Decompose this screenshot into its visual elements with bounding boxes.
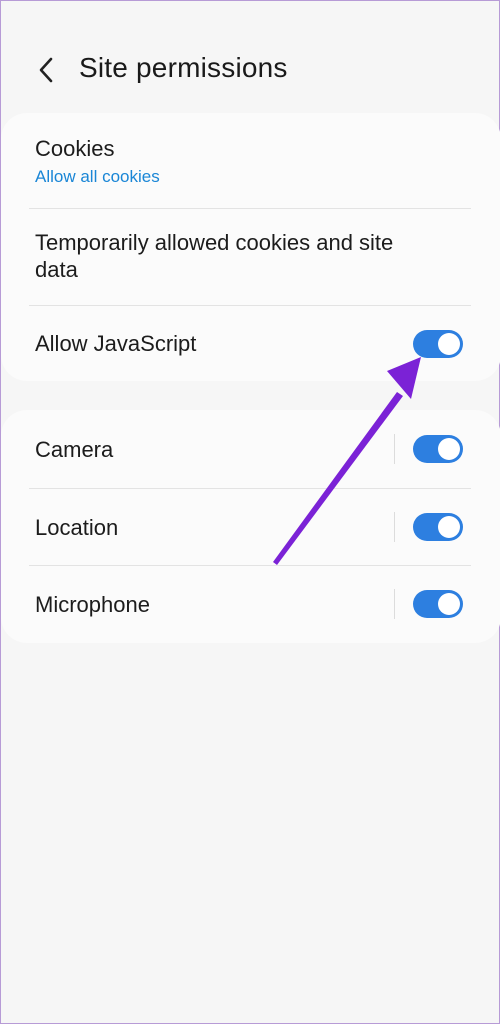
camera-row[interactable]: Camera [1, 410, 500, 488]
cookies-title: Cookies [35, 136, 115, 161]
toggle-knob [438, 516, 460, 538]
microphone-row[interactable]: Microphone [1, 566, 500, 643]
vertical-separator [394, 589, 395, 619]
camera-title: Camera [35, 437, 114, 462]
location-title: Location [35, 515, 119, 540]
temp-cookies-row[interactable]: Temporarily allowed cookies and site dat… [1, 209, 500, 305]
vertical-separator [394, 434, 395, 464]
location-row[interactable]: Location [1, 489, 500, 566]
back-button[interactable] [29, 53, 63, 87]
toggle-knob [438, 593, 460, 615]
microphone-toggle[interactable] [413, 590, 463, 618]
allow-javascript-title: Allow JavaScript [35, 331, 197, 356]
settings-group-cookies-js: Cookies Allow all cookies Temporarily al… [1, 113, 500, 381]
location-toggle[interactable] [413, 513, 463, 541]
top-app-bar: Site permissions [1, 39, 499, 101]
allow-javascript-toggle[interactable] [413, 330, 463, 358]
cookies-row[interactable]: Cookies Allow all cookies [1, 113, 500, 208]
chevron-left-icon [39, 57, 53, 83]
toggle-knob [438, 438, 460, 460]
cookies-subtitle: Allow all cookies [35, 167, 160, 186]
camera-toggle[interactable] [413, 435, 463, 463]
temp-cookies-title-line1: Temporarily allowed cookies and site [35, 230, 394, 255]
settings-group-device-permissions: Camera Location Microphone [1, 410, 500, 643]
temp-cookies-title-line2: data [35, 257, 78, 282]
page-title: Site permissions [79, 52, 288, 83]
allow-javascript-row[interactable]: Allow JavaScript [1, 306, 500, 381]
vertical-separator [394, 512, 395, 542]
microphone-title: Microphone [35, 592, 150, 617]
toggle-knob [438, 333, 460, 355]
